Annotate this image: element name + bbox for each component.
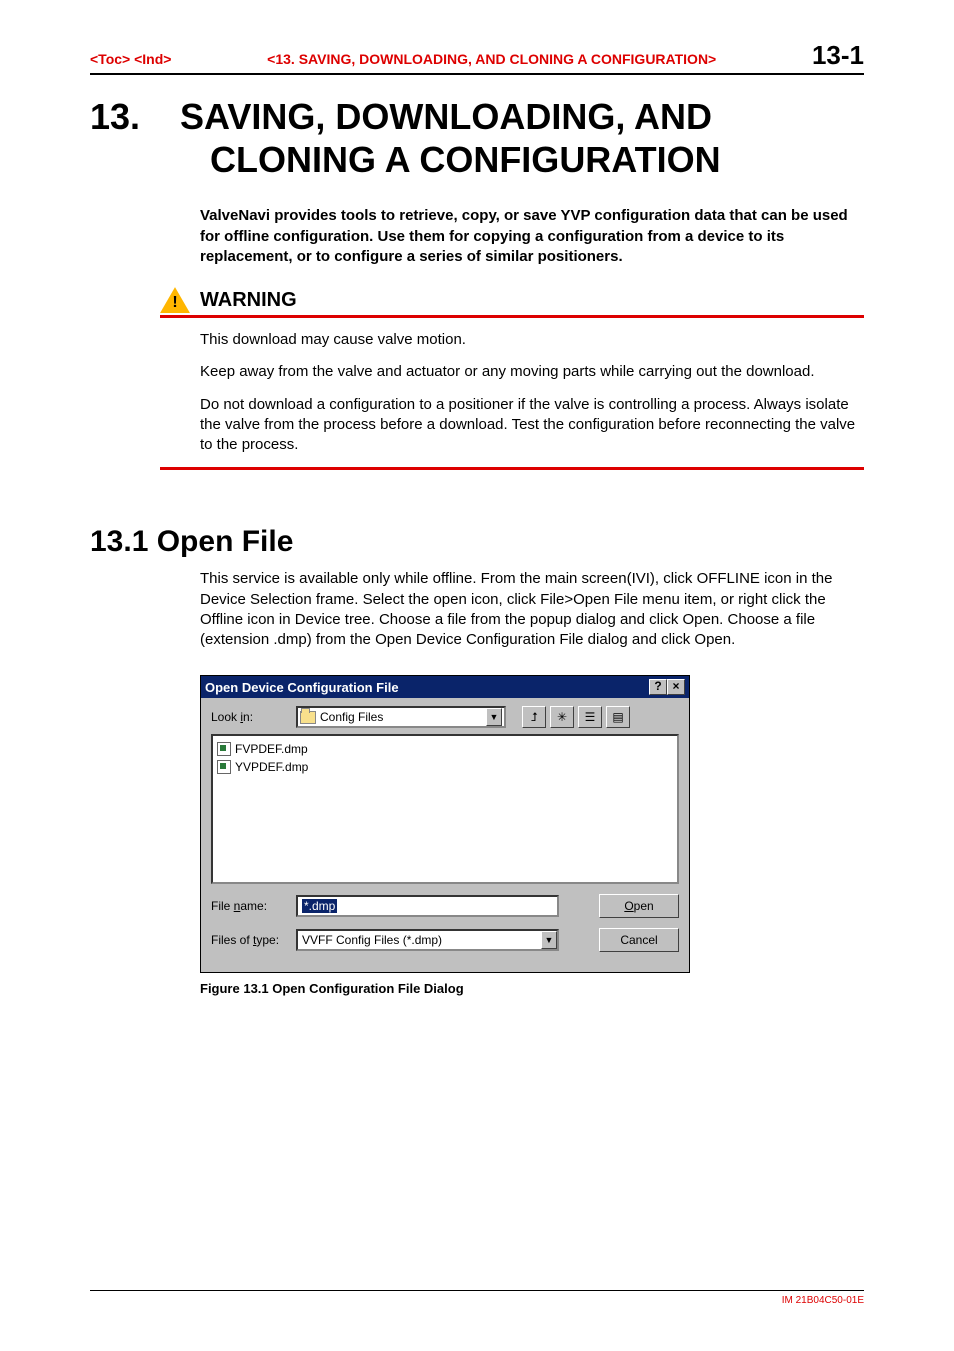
warning-triangle-icon — [160, 287, 190, 313]
page-number: 13-1 — [812, 40, 864, 71]
new-folder-button[interactable]: ✳ — [550, 706, 574, 728]
help-button[interactable]: ? — [649, 679, 667, 695]
chapter-title-line1: SAVING, DOWNLOADING, AND — [180, 96, 712, 137]
file-name: YVPDEF.dmp — [235, 760, 308, 774]
warning-body: This download may cause valve motion. Ke… — [200, 330, 864, 455]
dropdown-arrow-icon[interactable]: ▼ — [541, 931, 557, 949]
details-view-button[interactable]: ▤ — [606, 706, 630, 728]
file-icon — [217, 742, 231, 756]
section-heading: 13.1 Open File — [90, 525, 864, 559]
page-header: <Toc> <Ind> <13. SAVING, DOWNLOADING, AN… — [90, 40, 864, 75]
dialog-toolbar: ⮥ ✳ ☰ ▤ — [522, 706, 630, 728]
chapter-label-link[interactable]: <13. SAVING, DOWNLOADING, AND CLONING A … — [171, 51, 812, 67]
warning-label: WARNING — [200, 289, 297, 312]
up-one-level-button[interactable]: ⮥ — [522, 706, 546, 728]
page-footer: IM 21B04C50-01E — [90, 1290, 864, 1306]
warning-end-rule — [160, 467, 864, 470]
toc-link[interactable]: <Toc> — [90, 51, 130, 67]
file-name-value: *.dmp — [302, 899, 337, 913]
nav-links[interactable]: <Toc> <Ind> — [90, 51, 171, 67]
file-name-input[interactable]: *.dmp — [296, 895, 559, 917]
files-of-type-combo[interactable]: VVFF Config Files (*.dmp) ▼ — [296, 929, 559, 951]
file-name: FVPDEF.dmp — [235, 742, 308, 756]
warning-p3: Do not download a configuration to a pos… — [200, 395, 864, 456]
intro-paragraph: ValveNavi provides tools to retrieve, co… — [200, 206, 864, 267]
close-button[interactable]: × — [667, 679, 685, 695]
look-in-label: Look in: — [211, 710, 286, 724]
chapter-number: 13. — [90, 95, 180, 138]
warning-header: WARNING — [160, 287, 864, 318]
list-item[interactable]: FVPDEF.dmp — [217, 740, 673, 758]
figure-caption: Figure 13.1 Open Configuration File Dial… — [200, 981, 864, 996]
section-body: This service is available only while off… — [200, 569, 864, 650]
dialog-title: Open Device Configuration File — [205, 680, 649, 695]
open-file-dialog: Open Device Configuration File ? × Look … — [200, 675, 690, 973]
list-view-button[interactable]: ☰ — [578, 706, 602, 728]
dialog-titlebar: Open Device Configuration File ? × — [201, 676, 689, 698]
look-in-combo[interactable]: Config Files ▼ — [296, 706, 506, 728]
chapter-title: 13.SAVING, DOWNLOADING, AND CLONING A CO… — [90, 95, 864, 181]
cancel-button[interactable]: Cancel — [599, 928, 679, 952]
open-button[interactable]: Open — [599, 894, 679, 918]
warning-p2: Keep away from the valve and actuator or… — [200, 362, 864, 382]
file-icon — [217, 760, 231, 774]
file-name-label: File name: — [211, 899, 286, 913]
ind-link[interactable]: <Ind> — [134, 51, 171, 67]
dropdown-arrow-icon[interactable]: ▼ — [486, 708, 502, 726]
look-in-row: Look in: Config Files ▼ ⮥ ✳ ☰ ▤ — [201, 698, 689, 734]
file-list[interactable]: FVPDEF.dmp YVPDEF.dmp — [211, 734, 679, 884]
footer-doc-code: IM 21B04C50-01E — [90, 1295, 864, 1306]
files-of-type-value: VVFF Config Files (*.dmp) — [302, 933, 541, 947]
chapter-title-line2: CLONING A CONFIGURATION — [90, 138, 864, 181]
figure-wrap: Open Device Configuration File ? × Look … — [200, 675, 864, 996]
warning-p1: This download may cause valve motion. — [200, 330, 864, 350]
dialog-bottom: File name: *.dmp Open Files of type: VVF… — [201, 884, 689, 972]
folder-icon — [300, 711, 316, 724]
files-of-type-label: Files of type: — [211, 933, 286, 947]
look-in-value: Config Files — [320, 710, 482, 724]
list-item[interactable]: YVPDEF.dmp — [217, 758, 673, 776]
warning-block: WARNING This download may cause valve mo… — [160, 287, 864, 470]
